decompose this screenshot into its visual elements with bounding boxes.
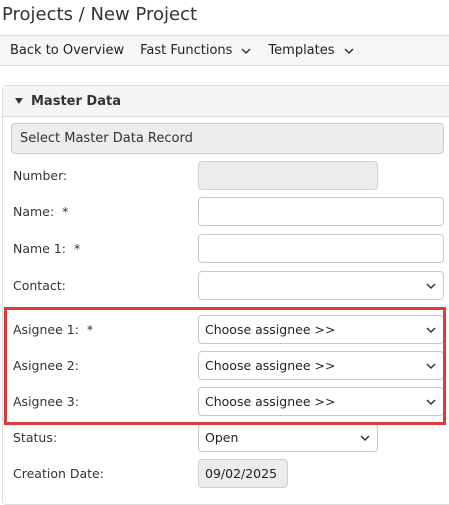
master-data-panel: Master Data Select Master Data Record Nu… [2, 85, 449, 505]
assignee3-select[interactable]: Choose assignee >> [198, 387, 444, 416]
back-to-overview-label: Back to Overview [10, 43, 125, 58]
name1-label: Name 1: * [13, 241, 81, 256]
fast-functions-menu[interactable]: Fast Functions [140, 43, 252, 58]
status-select[interactable]: Open [198, 423, 378, 452]
templates-label: Templates [268, 43, 335, 58]
name1-input[interactable] [198, 234, 444, 263]
chevron-down-icon [426, 398, 436, 405]
chevron-down-icon [426, 282, 436, 289]
contact-label: Contact: [13, 278, 66, 293]
triangle-down-icon [15, 98, 23, 104]
required-marker: * [74, 241, 81, 256]
master-data-header[interactable]: Master Data [3, 86, 449, 117]
back-to-overview-button[interactable]: Back to Overview [10, 43, 124, 58]
select-master-data-record-button[interactable]: Select Master Data Record [11, 123, 444, 154]
assignee1-label: Asignee 1: * [13, 322, 94, 337]
page-title: Projects / New Project [2, 4, 198, 25]
creation-date-field: 09/02/2025 [198, 459, 288, 488]
contact-select[interactable] [198, 271, 444, 300]
chevron-down-icon [360, 434, 370, 441]
fast-functions-label: Fast Functions [140, 43, 233, 58]
number-label: Number: [13, 168, 68, 183]
templates-menu[interactable]: Templates [268, 43, 354, 58]
required-marker: * [62, 204, 69, 219]
chevron-down-icon [343, 47, 354, 54]
name-input[interactable] [198, 197, 444, 226]
assignee1-select[interactable]: Choose assignee >> [198, 315, 444, 344]
number-field [198, 161, 378, 190]
toolbar: Back to Overview Fast Functions Template… [0, 35, 449, 66]
creation-date-label: Creation Date: [13, 466, 104, 481]
chevron-down-icon [426, 326, 436, 333]
assignee2-select[interactable]: Choose assignee >> [198, 351, 444, 380]
name-label: Name: * [13, 204, 69, 219]
master-data-title: Master Data [31, 93, 121, 109]
select-master-data-record-label: Select Master Data Record [20, 131, 193, 146]
status-label: Status: [13, 430, 58, 445]
chevron-down-icon [426, 362, 436, 369]
required-marker: * [86, 322, 94, 337]
assignee2-label: Asignee 2: [13, 358, 79, 373]
assignee3-label: Asignee 3: [13, 394, 79, 409]
chevron-down-icon [241, 47, 251, 54]
